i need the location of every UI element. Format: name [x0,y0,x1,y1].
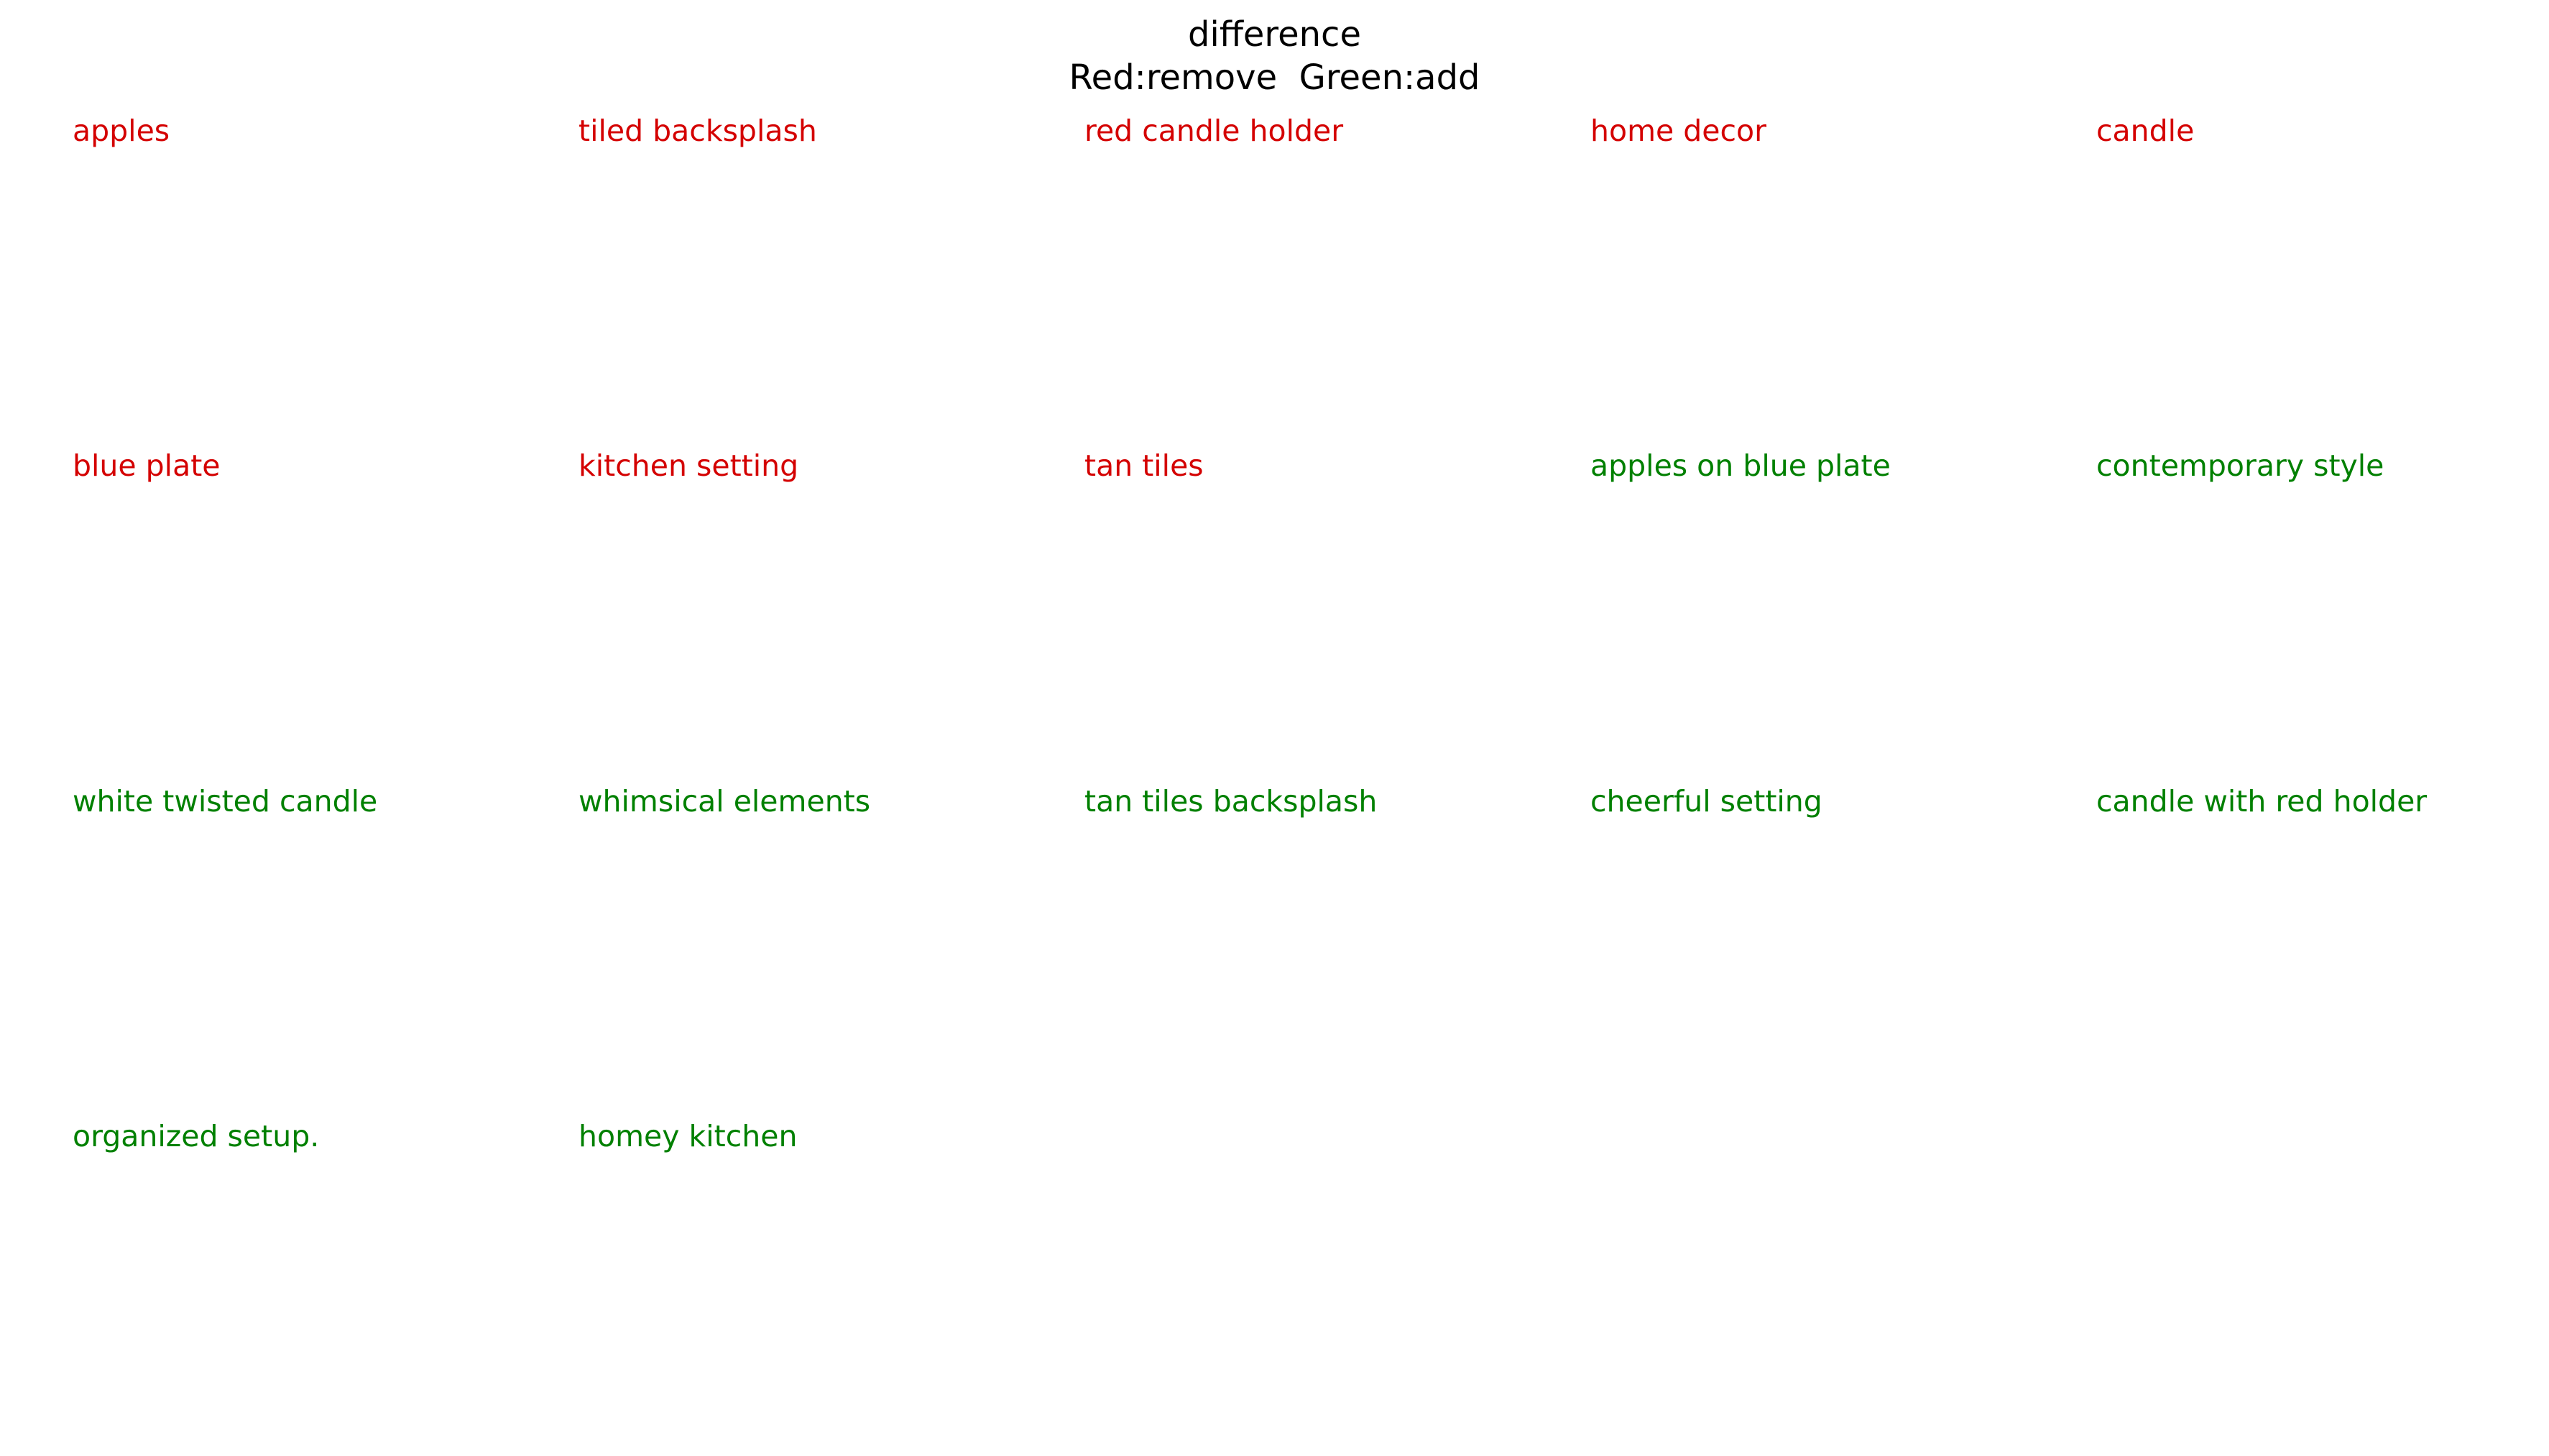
added-item: candle with red holder [2096,784,2428,819]
removed-item: tiled backsplash [579,114,817,148]
added-item: organized setup. [73,1119,320,1153]
removed-item: blue plate [73,448,221,483]
added-item: cheerful setting [1590,784,1822,819]
removed-item: red candle holder [1084,114,1344,148]
added-item: whimsical elements [579,784,871,819]
added-item: contemporary style [2096,448,2384,483]
added-item: tan tiles backsplash [1084,784,1378,819]
removed-item: home decor [1590,114,1766,148]
added-item: apples on blue plate [1590,448,1891,483]
removed-item: kitchen setting [579,448,799,483]
difference-grid: apples tiled backsplash red candle holde… [0,0,2549,1456]
removed-item: apples [73,114,170,148]
added-item: white twisted candle [73,784,378,819]
removed-item: candle [2096,114,2195,148]
added-item: homey kitchen [579,1119,798,1153]
removed-item: tan tiles [1084,448,1204,483]
